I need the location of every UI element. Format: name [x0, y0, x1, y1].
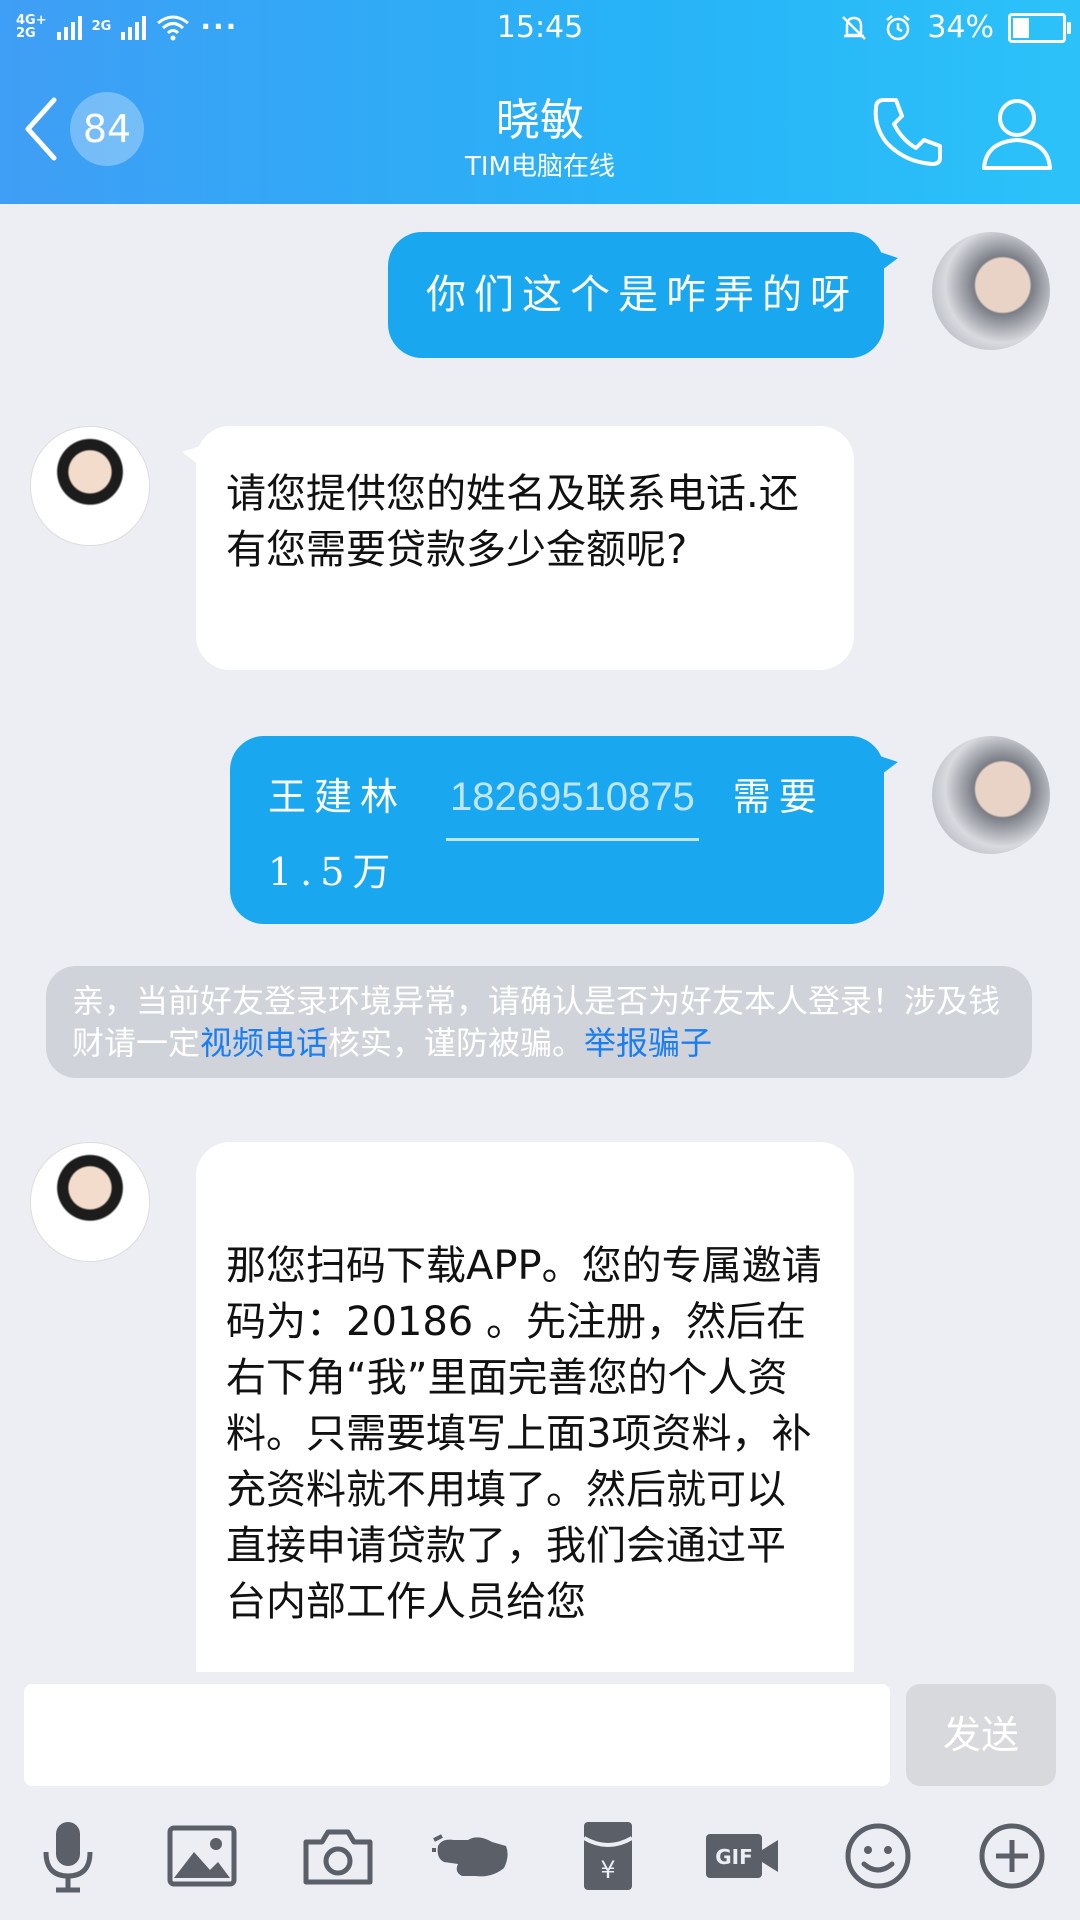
message-text: 你们这个是咋弄的呀: [426, 272, 858, 318]
poke-hand-icon[interactable]: [432, 1816, 512, 1896]
contact-message-bubble[interactable]: 请您提供您的姓名及联系电话.还有您需要贷款多少金额呢?: [182, 426, 854, 670]
my-avatar[interactable]: [932, 232, 1050, 350]
silent-bell-icon: [842, 15, 867, 40]
battery-level: [1013, 17, 1029, 38]
status-bar: 4G+ 2G 2G ··· 15:45 34%: [0, 0, 1080, 58]
message-text: 需要: [732, 775, 825, 819]
send-button[interactable]: 发送: [906, 1684, 1056, 1786]
my-avatar[interactable]: [932, 736, 1050, 854]
my-message-bubble[interactable]: 你们这个是咋弄的呀: [388, 232, 898, 358]
chat-header: 4G+ 2G 2G ··· 15:45 34% 84 晓敏 TIM电脑在线: [0, 0, 1080, 204]
contact-avatar[interactable]: [30, 426, 150, 546]
emoji-icon[interactable]: [838, 1816, 918, 1896]
security-warning-notice: 亲，当前好友登录环境异常，请确认是否为好友本人登录！涉及钱财请一定视频电话核实，…: [46, 966, 1032, 1078]
message-text: 请您提供您的姓名及联系电话.还有您需要贷款多少金额呢?: [226, 471, 799, 573]
gif-icon[interactable]: GIF: [702, 1816, 782, 1896]
camera-icon[interactable]: [298, 1816, 378, 1896]
message-name: 王建林: [268, 775, 407, 819]
image-icon[interactable]: [162, 1816, 242, 1896]
video-call-link[interactable]: 视频电话: [200, 1024, 328, 1062]
phone-call-icon[interactable]: [868, 92, 948, 172]
warning-text-2: 核实，谨防被骗。: [328, 1024, 585, 1062]
red-packet-icon[interactable]: ¥: [568, 1816, 648, 1896]
phone-number-link[interactable]: 18269510875: [446, 766, 699, 841]
my-message-bubble[interactable]: 王建林 18269510875 需要 1.5万: [230, 736, 898, 924]
svg-text:GIF: GIF: [715, 1845, 753, 1869]
message-input-bar: 发送: [0, 1672, 1080, 1792]
microphone-icon[interactable]: [28, 1816, 108, 1896]
svg-text:¥: ¥: [600, 1856, 615, 1884]
profile-person-icon[interactable]: [980, 92, 1054, 172]
report-scammer-link[interactable]: 举报骗子: [584, 1024, 712, 1062]
battery-icon: [1008, 12, 1071, 43]
contact-message-bubble[interactable]: 那您扫码下载APP。您的专属邀请码为：20186 。先注册，然后在右下角“我”里…: [196, 1142, 854, 1702]
input-toolbar: ¥ GIF: [0, 1792, 1080, 1920]
message-text: 那您扫码下载APP。您的专属邀请码为：20186 。先注册，然后在右下角“我”里…: [226, 1243, 822, 1625]
battery-percent: 34%: [927, 10, 994, 45]
message-input[interactable]: [24, 1684, 890, 1786]
message-amount: 1.5万: [268, 850, 399, 894]
contact-avatar[interactable]: [30, 1142, 150, 1262]
alarm-icon: [886, 14, 911, 40]
plus-icon[interactable]: [972, 1816, 1052, 1896]
